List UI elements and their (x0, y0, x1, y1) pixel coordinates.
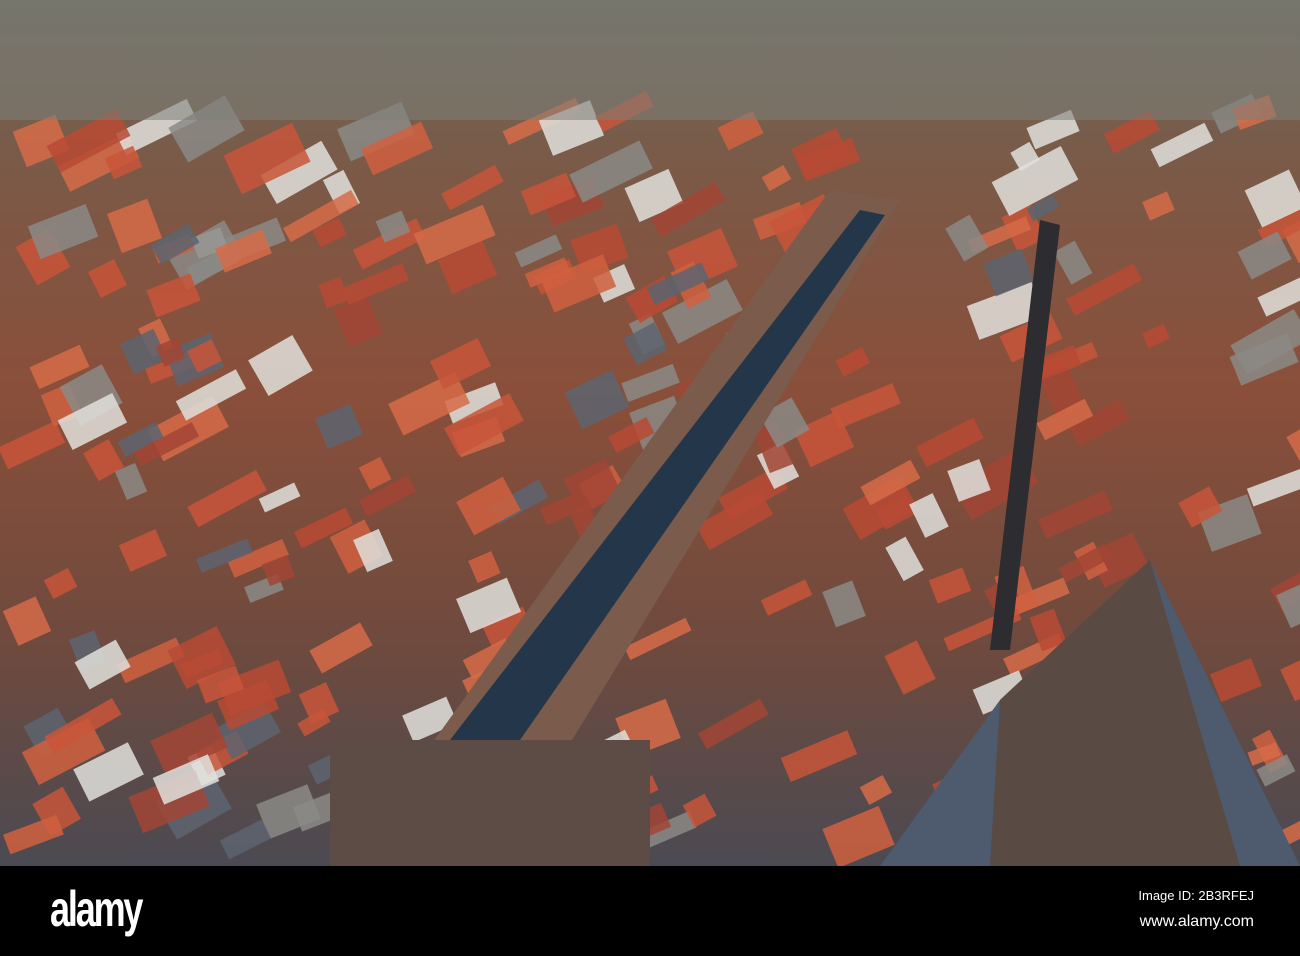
square (330, 740, 650, 866)
website-link[interactable]: www.alamy.com (1140, 913, 1254, 931)
image-id: Image ID: 2B3RFEJ (1138, 888, 1254, 903)
watermark-bar: alamy Image ID: 2B3RFEJ www.alamy.com (0, 866, 1300, 956)
canal-water (450, 210, 885, 740)
alamy-logo: alamy (50, 881, 143, 937)
side-street (990, 220, 1060, 650)
aerial-city-photo (0, 0, 1300, 866)
distant-buildings (0, 0, 1300, 120)
canal-scene (0, 0, 1300, 866)
